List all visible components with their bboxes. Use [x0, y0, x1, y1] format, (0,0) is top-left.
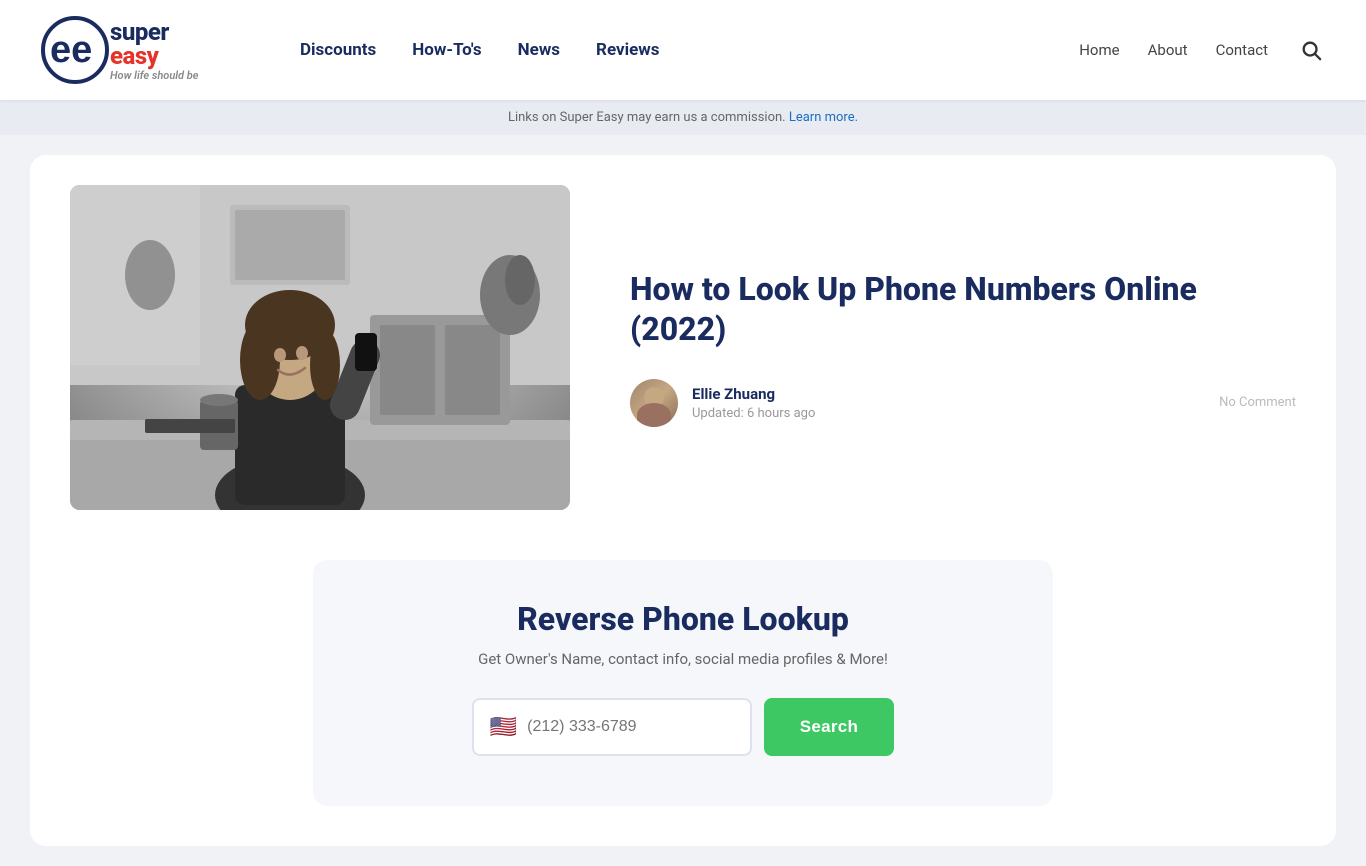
updated-time: Updated: 6 hours ago [692, 406, 815, 421]
author-row: Ellie Zhuang Updated: 6 hours ago No Com… [630, 379, 1296, 427]
search-button[interactable]: Search [764, 698, 895, 756]
commission-banner: Links on Super Easy may earn us a commis… [0, 100, 1366, 135]
secondary-nav: Home About Contact [1079, 35, 1326, 65]
widget-title: Reverse Phone Lookup [363, 600, 1003, 638]
logo-tagline-emphasis: should [152, 69, 184, 82]
learn-more-link[interactable]: Learn more. [789, 110, 858, 125]
logo-text: super easy How life should be [110, 20, 199, 81]
article-content: How to Look Up Phone Numbers Online (202… [630, 269, 1296, 427]
logo-icon: ee [40, 15, 110, 85]
flag-icon: 🇺🇸 [490, 715, 517, 740]
site-header: ee super easy How life should be Discoun… [0, 0, 1366, 100]
search-icon [1300, 39, 1322, 61]
search-toggle-button[interactable] [1296, 35, 1326, 65]
article-header: How to Look Up Phone Numbers Online (202… [30, 155, 1336, 540]
nav-news[interactable]: News [518, 40, 560, 60]
article-title: How to Look Up Phone Numbers Online (202… [630, 269, 1296, 349]
widget-subtitle: Get Owner's Name, contact info, social m… [363, 650, 1003, 668]
nav-home[interactable]: Home [1079, 41, 1119, 59]
author-info: Ellie Zhuang Updated: 6 hours ago [630, 379, 815, 427]
widget-section: Reverse Phone Lookup Get Owner's Name, c… [30, 540, 1336, 846]
primary-nav: Discounts How-To's News Reviews [300, 40, 660, 60]
logo-easy: easy [110, 42, 158, 70]
nav-howtos[interactable]: How-To's [412, 40, 481, 60]
nav-contact[interactable]: Contact [1216, 41, 1268, 59]
phone-input-wrapper: 🇺🇸 [472, 698, 752, 756]
search-form: 🇺🇸 Search [363, 698, 1003, 756]
logo-tagline: How life should be [110, 70, 199, 81]
phone-input[interactable] [527, 718, 734, 736]
lookup-widget: Reverse Phone Lookup Get Owner's Name, c… [313, 560, 1053, 806]
author-name: Ellie Zhuang [692, 385, 815, 403]
nav-discounts[interactable]: Discounts [300, 40, 376, 60]
commission-text: Links on Super Easy may earn us a commis… [508, 110, 789, 125]
author-details: Ellie Zhuang Updated: 6 hours ago [692, 385, 815, 421]
nav-about[interactable]: About [1148, 41, 1188, 59]
hero-image-svg [70, 185, 570, 510]
logo[interactable]: ee super easy How life should be [40, 15, 220, 85]
comment-count: No Comment [1219, 395, 1296, 410]
svg-text:ee: ee [50, 29, 92, 71]
main-card: How to Look Up Phone Numbers Online (202… [30, 155, 1336, 846]
article-image [70, 185, 570, 510]
nav-reviews[interactable]: Reviews [596, 40, 659, 60]
avatar [630, 379, 678, 427]
